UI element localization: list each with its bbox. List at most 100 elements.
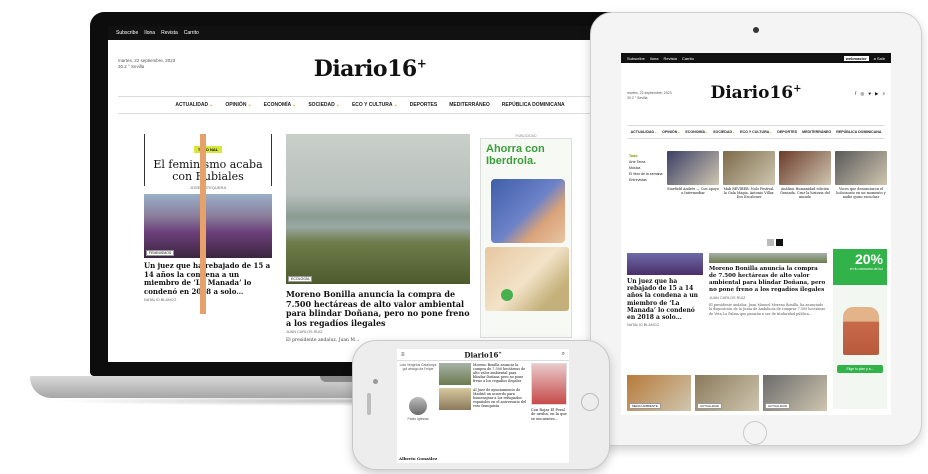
iberdrola-ad[interactable]: Ahorra con Iberdrola. bbox=[480, 138, 572, 338]
carousel-card[interactable]: Análisis Humanidad edición Granada. Cruz… bbox=[779, 151, 831, 200]
topbar-link-subscribe[interactable]: Subscribe bbox=[627, 56, 645, 61]
phone-side-col: Con Rojas El Peral de arriba, en la que … bbox=[531, 363, 567, 421]
nav-item-actualidad[interactable]: ACTUALIDAD⌄ bbox=[175, 102, 213, 108]
author-name[interactable]: Pablo Iglesias bbox=[399, 417, 437, 421]
opinion-snippet[interactable]: Lola Vergelos Catalunya gol atraigo da F… bbox=[399, 363, 437, 371]
tablet-frame: Subscribe Ilona Revista Carrito webmaste… bbox=[590, 12, 922, 446]
opinion-title[interactable]: El feminismo acaba con Rubiales bbox=[151, 159, 265, 183]
main-story-title[interactable]: Moreno Bonilla anuncia la compra de 7.50… bbox=[709, 266, 827, 294]
left-story-title[interactable]: Un juez que ha rebajado de 15 a 14 años … bbox=[144, 261, 272, 296]
nav-item-sociedad[interactable]: SOCIEDAD⌄ bbox=[713, 130, 735, 134]
carousel-card[interactable]: Mak REVIBER: Nolo Festival, la Gala Magi… bbox=[723, 151, 775, 200]
nav-item-republica-dominicana[interactable]: REPÚBLICA DOMINICANA bbox=[836, 130, 881, 134]
side-strip bbox=[200, 134, 206, 314]
bottom-card[interactable]: ACTUALIDAD bbox=[695, 375, 759, 411]
marsh-image[interactable] bbox=[709, 253, 827, 263]
nav-label: ECO Y CULTURA bbox=[740, 130, 770, 134]
nav-item-mediterraneo[interactable]: MEDITERRÁNEO bbox=[802, 130, 831, 134]
opinion-box[interactable]: TACO NAL El feminismo acaba con Rubiales… bbox=[144, 134, 272, 190]
site-logo[interactable]: Diario16+ bbox=[464, 350, 501, 359]
laptop-screen: Subscribe Ilona Revista Carrito webmaste… bbox=[108, 26, 632, 362]
nav-label: DEPORTES bbox=[409, 102, 438, 108]
phone-header: ≡ Diario16+ ⌕ bbox=[397, 349, 569, 361]
carousel-next-button[interactable] bbox=[776, 239, 783, 246]
webmaster-badge[interactable]: webmaster bbox=[843, 55, 869, 61]
card-title: Voces que denunciaron el holocausto en u… bbox=[836, 187, 886, 200]
search-icon[interactable]: ⌕ bbox=[562, 351, 565, 358]
twitter-icon[interactable]: ♥ bbox=[868, 91, 871, 97]
nav-item-opinion[interactable]: OPINIÓN⌄ bbox=[225, 102, 251, 108]
site-logo[interactable]: Diario16+ bbox=[314, 56, 427, 82]
ad-ball bbox=[501, 289, 513, 301]
social-icons: f ◎ ♥ ▶ ⌕ bbox=[855, 91, 885, 97]
phone-ad-image[interactable] bbox=[531, 363, 567, 405]
chevron-down-icon: ⌄ bbox=[292, 102, 297, 108]
nav-item-eco-cultura[interactable]: ECO Y CULTURA⌄ bbox=[352, 102, 398, 108]
protest-image[interactable]: FEMINISMOS bbox=[144, 194, 272, 258]
nav-item-opinion[interactable]: OPINIÓN⌄ bbox=[662, 130, 680, 134]
news-title: Moreno Bonilla anuncia la compra de 7.50… bbox=[473, 363, 526, 383]
nav-item-actualidad[interactable]: ACTUALIDAD⌄ bbox=[631, 130, 658, 134]
iberdrola-ad[interactable]: 20% en tu consumo de luz Elige tu plan y … bbox=[833, 249, 887, 409]
main-story-byline[interactable]: JUAN CARLOS RUIZ bbox=[709, 296, 827, 300]
nav-item-economia[interactable]: ECONOMÍA⌄ bbox=[264, 102, 297, 108]
main-story-title[interactable]: Moreno Bonilla anuncia la compra de 7.50… bbox=[286, 289, 470, 328]
sidebar-item-entrevistas[interactable]: Entrevistas bbox=[629, 177, 665, 183]
topbar-link-subscribe[interactable]: Subscribe bbox=[116, 30, 138, 36]
nav-item-sociedad[interactable]: SOCIEDAD⌄ bbox=[308, 102, 340, 108]
main-story: Moreno Bonilla anuncia la compra de 7.50… bbox=[709, 253, 827, 316]
ad-image-person bbox=[843, 307, 879, 355]
bottom-card[interactable]: MEDIO AMBIENTE bbox=[627, 375, 691, 411]
card-title: Starfield Andrés — Con apoyo a Intermedi… bbox=[667, 187, 719, 196]
logout-link[interactable]: a Salir bbox=[874, 56, 885, 61]
left-story-byline[interactable]: NATALIO BLANCO bbox=[627, 323, 703, 327]
nav-label: OPINIÓN bbox=[225, 102, 247, 108]
ad-cta-button[interactable]: Elige tu plan y a... bbox=[837, 365, 883, 373]
category-tag[interactable]: ECOLOGÍA bbox=[288, 276, 313, 282]
list-item[interactable]: Al Juez de ayuntamiento de Madrid un acu… bbox=[439, 388, 529, 410]
topbar-link-ilona[interactable]: Ilona bbox=[144, 30, 155, 36]
main-story-byline[interactable]: JUAN CARLOS RUIZ bbox=[286, 330, 470, 334]
opinion-author[interactable]: JOSE ANTEQUERA bbox=[151, 185, 265, 190]
tablet-home-button[interactable] bbox=[743, 421, 767, 445]
topbar-link-carrito[interactable]: Carrito bbox=[184, 30, 199, 36]
site-logo-plus: + bbox=[498, 349, 502, 355]
protest-image[interactable] bbox=[627, 253, 703, 275]
nav-item-economia[interactable]: ECONOMÍA⌄ bbox=[685, 130, 708, 134]
nav-item-deportes[interactable]: DEPORTES bbox=[777, 130, 797, 134]
site-logo[interactable]: Diario16+ bbox=[710, 83, 801, 103]
topbar-link-carrito[interactable]: Carrito bbox=[682, 56, 694, 61]
bottom-card[interactable]: ACTUALIDAD bbox=[763, 375, 827, 411]
carousel-prev-button[interactable] bbox=[767, 239, 774, 246]
opinion-tag[interactable]: TACO NAL bbox=[193, 146, 223, 153]
chevron-down-icon: ⌄ bbox=[393, 102, 398, 108]
list-item[interactable]: Moreno Bonilla anuncia la compra de 7.50… bbox=[439, 363, 529, 385]
carousel-card[interactable]: Voces que denunciaron el holocausto en u… bbox=[835, 151, 887, 200]
category-tag[interactable]: FEMINISMOS bbox=[146, 250, 175, 256]
carousel-card[interactable]: Starfield Andrés — Con apoyo a Intermedi… bbox=[667, 151, 719, 200]
hamburger-menu-icon[interactable]: ≡ bbox=[401, 352, 405, 358]
left-story-title[interactable]: Un juez que ha rebajado de 15 a 14 años … bbox=[627, 278, 703, 321]
category-tag[interactable]: MEDIO AMBIENTE bbox=[629, 403, 661, 409]
facebook-icon[interactable]: f bbox=[855, 91, 856, 97]
marsh-image[interactable]: ECOLOGÍA bbox=[286, 134, 470, 284]
nav-item-republica-dominicana[interactable]: REPÚBLICA DOMINICANA bbox=[502, 102, 565, 108]
chevron-down-icon: ⌄ bbox=[654, 130, 658, 134]
middle-column: ECOLOGÍA Moreno Bonilla anuncia la compr… bbox=[286, 134, 470, 343]
left-story-byline[interactable]: NATALIO BLANCO bbox=[144, 298, 272, 302]
phone-home-button[interactable] bbox=[581, 393, 599, 411]
category-tag[interactable]: ACTUALIDAD bbox=[765, 403, 791, 409]
topbar-link-ilona[interactable]: Ilona bbox=[650, 56, 659, 61]
side-story-title[interactable]: Con Rojas El Peral de arriba, en la que … bbox=[531, 408, 567, 421]
phone-footer-text[interactable]: Alberto González bbox=[399, 456, 437, 461]
instagram-icon[interactable]: ◎ bbox=[860, 91, 864, 97]
ad-discount-sub: en tu consumo de luz bbox=[849, 267, 883, 271]
topbar-link-revista[interactable]: Revista bbox=[663, 56, 676, 61]
search-icon[interactable]: ⌕ bbox=[882, 91, 885, 97]
topbar-link-revista[interactable]: Revista bbox=[161, 30, 178, 36]
nav-item-mediterraneo[interactable]: MEDITERRÁNEO bbox=[449, 102, 490, 108]
nav-item-eco-cultura[interactable]: ECO Y CULTURA⌄ bbox=[740, 130, 772, 134]
nav-item-deportes[interactable]: DEPORTES bbox=[410, 102, 438, 108]
category-tag[interactable]: ACTUALIDAD bbox=[697, 403, 723, 409]
youtube-icon[interactable]: ▶ bbox=[875, 91, 878, 97]
